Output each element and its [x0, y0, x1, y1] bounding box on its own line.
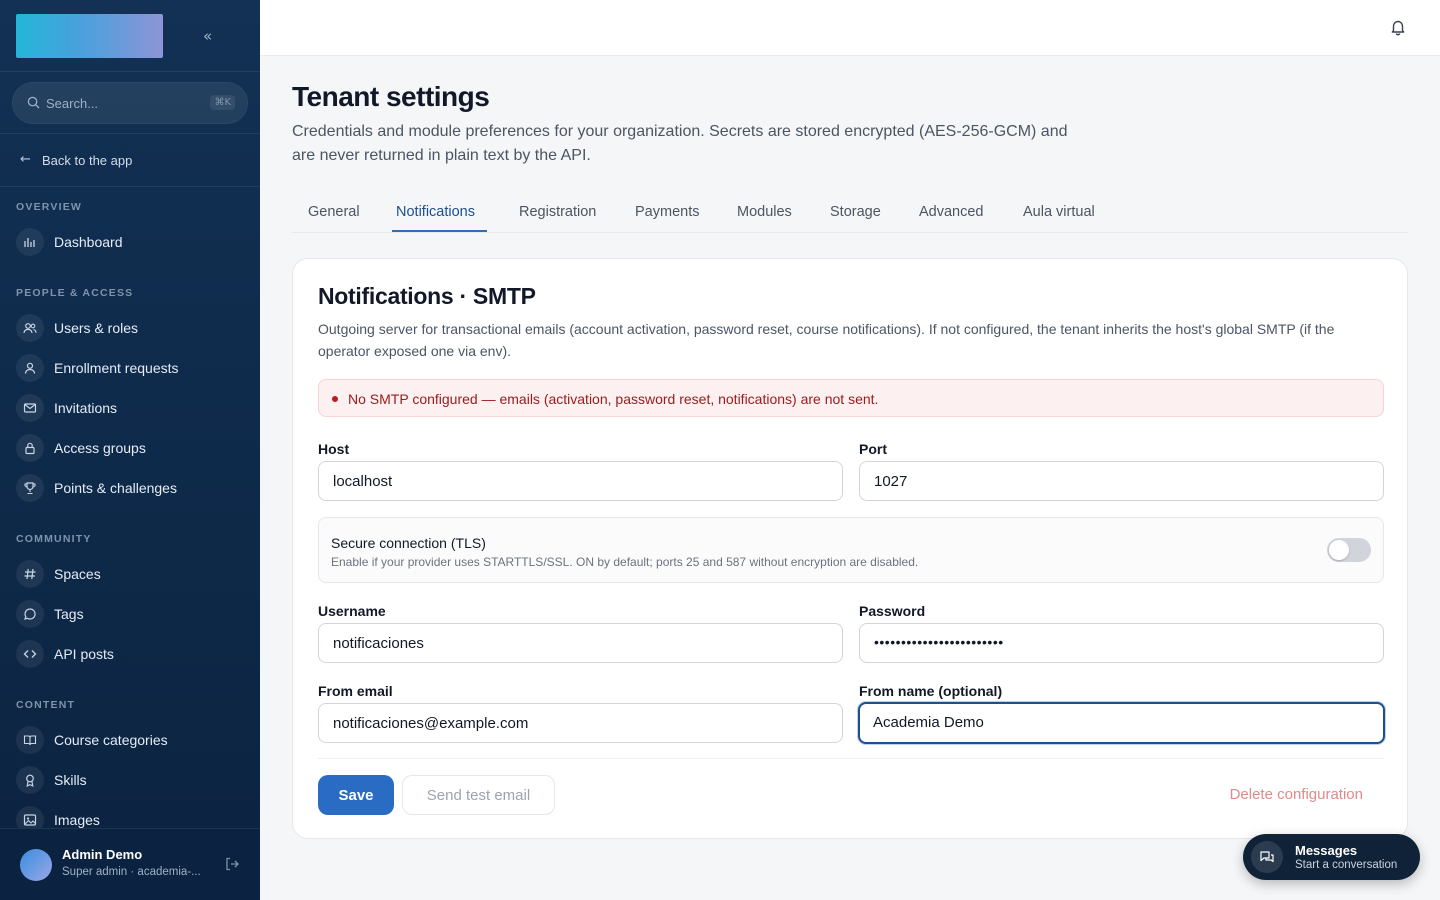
user-icon — [16, 354, 44, 382]
messages-icon — [1251, 841, 1283, 873]
port-input[interactable]: 1027 — [859, 461, 1384, 501]
sidebar: « Search... ⌘K ← Back to the app OVERVIE… — [0, 0, 260, 900]
card-title: Notifications · SMTP — [318, 283, 536, 309]
sidebar-item-enrollment-requests[interactable]: Enrollment requests — [16, 353, 248, 385]
smtp-settings-card: Notifications · SMTP Outgoing server for… — [292, 258, 1408, 839]
users-icon — [16, 314, 44, 342]
from-email-input[interactable]: notificaciones@example.com — [318, 703, 843, 743]
section-people-access: PEOPLE & ACCESS — [16, 287, 134, 299]
tab-advanced[interactable]: Advanced — [919, 204, 984, 220]
trophy-icon — [16, 474, 44, 502]
back-to-app-label: Back to the app — [42, 153, 133, 168]
send-test-email-button[interactable]: Send test email — [402, 775, 555, 815]
tls-title: Secure connection (TLS) — [331, 535, 486, 551]
lock-icon — [16, 434, 44, 462]
save-button[interactable]: Save — [318, 775, 394, 815]
logo[interactable] — [16, 14, 163, 58]
tab-notifications[interactable]: Notifications — [396, 204, 475, 220]
search-input[interactable]: Search... ⌘K — [12, 82, 248, 124]
section-content: CONTENT — [16, 699, 76, 711]
from-email-label: From email — [318, 683, 393, 699]
sidebar-item-dashboard[interactable]: Dashboard — [16, 227, 248, 259]
messages-launcher[interactable]: Messages Start a conversation — [1243, 834, 1420, 880]
tab-general[interactable]: General — [308, 204, 360, 220]
divider — [318, 758, 1384, 759]
chat-bubble-icon — [16, 600, 44, 628]
messages-subtitle: Start a conversation — [1295, 859, 1398, 871]
arrow-left-icon: ← — [20, 152, 31, 167]
search-icon — [27, 96, 40, 109]
topbar — [260, 0, 1440, 56]
tab-aula-virtual[interactable]: Aula virtual — [1023, 204, 1095, 220]
tab-registration[interactable]: Registration — [519, 204, 596, 220]
tab-storage[interactable]: Storage — [830, 204, 881, 220]
avatar — [20, 849, 52, 881]
bell-icon[interactable] — [1389, 18, 1407, 36]
from-name-input[interactable]: Academia Demo — [858, 702, 1385, 744]
tls-help: Enable if your provider uses STARTTLS/SS… — [331, 555, 919, 569]
host-label: Host — [318, 441, 350, 457]
page-title: Tenant settings — [292, 81, 490, 112]
toggle-knob — [1329, 540, 1349, 560]
sidebar-item-skills[interactable]: Skills — [16, 765, 248, 797]
sidebar-item-api-posts[interactable]: API posts — [16, 639, 248, 671]
user-profile[interactable]: Admin Demo Super admin · academia-... — [0, 828, 260, 900]
search-placeholder: Search... — [46, 96, 99, 111]
hash-icon — [16, 560, 44, 588]
sidebar-item-course-categories[interactable]: Course categories — [16, 725, 248, 757]
password-label: Password — [859, 603, 926, 619]
host-input[interactable]: localhost — [318, 461, 843, 501]
active-tab-indicator — [392, 230, 487, 232]
back-to-app-link[interactable]: ← Back to the app — [0, 134, 260, 187]
section-overview: OVERVIEW — [16, 201, 83, 213]
alert-text: No SMTP configured — emails (activation,… — [348, 391, 879, 407]
sidebar-item-tags[interactable]: Tags — [16, 599, 248, 631]
user-name: Admin Demo — [62, 847, 143, 862]
username-input[interactable]: notificaciones — [318, 623, 843, 663]
collapse-sidebar-icon[interactable]: « — [203, 27, 212, 45]
search-shortcut: ⌘K — [210, 95, 235, 110]
award-icon — [16, 766, 44, 794]
sidebar-item-spaces[interactable]: Spaces — [16, 559, 248, 591]
book-icon — [16, 726, 44, 754]
tab-modules[interactable]: Modules — [737, 204, 792, 220]
alert-dot-icon — [332, 396, 338, 402]
password-input[interactable]: •••••••••••••••••••••••• — [859, 623, 1384, 663]
delete-configuration-button[interactable]: Delete configuration — [1230, 786, 1363, 803]
smtp-warning-alert: No SMTP configured — emails (activation,… — [318, 379, 1384, 417]
user-role: Super admin · academia-... — [62, 866, 201, 878]
sidebar-header: « — [0, 0, 260, 72]
settings-tabs: General Notifications Registration Payme… — [292, 192, 1408, 233]
sidebar-item-invitations[interactable]: Invitations — [16, 393, 248, 425]
card-description: Outgoing server for transactional emails… — [318, 321, 1335, 359]
page-description: Credentials and module preferences for y… — [292, 123, 1068, 164]
tab-payments[interactable]: Payments — [635, 204, 699, 220]
bar-chart-icon — [16, 228, 44, 256]
port-label: Port — [859, 441, 887, 457]
section-community: COMMUNITY — [16, 533, 92, 545]
tls-toggle[interactable] — [1327, 538, 1371, 562]
code-icon — [16, 640, 44, 668]
mail-icon — [16, 394, 44, 422]
sidebar-item-access-groups[interactable]: Access groups — [16, 433, 248, 465]
messages-title: Messages — [1295, 843, 1358, 858]
sidebar-item-users-roles[interactable]: Users & roles — [16, 313, 248, 345]
sidebar-search-wrap: Search... ⌘K — [0, 72, 260, 134]
sidebar-item-points-challenges[interactable]: Points & challenges — [16, 473, 248, 505]
username-label: Username — [318, 603, 386, 619]
from-name-label: From name (optional) — [859, 683, 1003, 699]
tls-setting: Secure connection (TLS) Enable if your p… — [318, 517, 1384, 583]
logout-icon[interactable] — [224, 856, 240, 872]
